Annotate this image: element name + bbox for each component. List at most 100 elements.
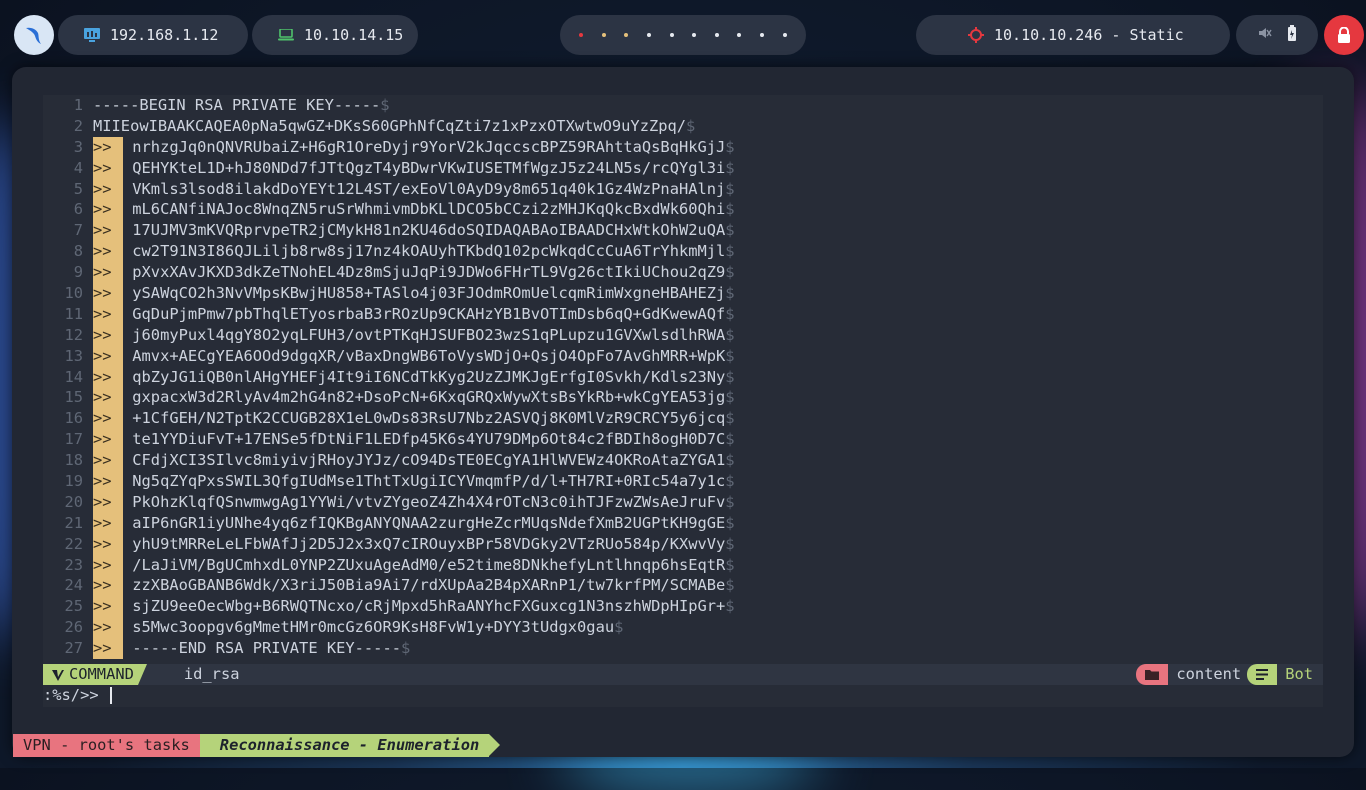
vim-editor[interactable]: 1 -----BEGIN RSA PRIVATE KEY----- $2 MIIEow…: [43, 95, 1323, 707]
editor-line[interactable]: 16 >> +1CfGEH/N2TptK2CCUGB28X1eL0wDs83RsU…: [43, 408, 1323, 430]
workspace-6[interactable]: [692, 33, 697, 37]
line-text: mL6CANfiNAJoc8WnqZN5ruSrWhmivmDbKLlDCO5b…: [123, 200, 726, 219]
editor-line[interactable]: 5 >> VKmls3lsod8ilakdDoYEYt12L4ST/exEoVl0…: [43, 178, 1323, 200]
lock-screen-button[interactable]: [1324, 15, 1364, 55]
position-label: Bot: [1285, 665, 1313, 683]
editor-line[interactable]: 15 >> gxpacxW3d2RlyAv4m2hG4n82+DsoPcN+6Kx…: [43, 387, 1323, 409]
tmux-session-label[interactable]: VPN - root's tasks: [13, 734, 211, 757]
search-match-highlight: >>: [93, 303, 123, 325]
eol-marker: $: [725, 221, 735, 240]
line-text: yhU9tMRReLeLFbWAfJj2D5J2x3xQ7cIROuyxBPr5…: [123, 534, 726, 553]
line-text: qbZyJG1iQB0nlAHgYHEFj4It9iI6NCdTkKyg2UzZ…: [123, 367, 726, 386]
workspace-9[interactable]: [760, 33, 765, 37]
eol-marker: $: [725, 534, 735, 553]
workspace-1[interactable]: [579, 33, 584, 37]
line-text: CFdjXCI3SIlvc8miyivjRHoyJYJz/cO94DsTE0EC…: [123, 451, 726, 470]
eol-marker: $: [725, 409, 735, 428]
line-number: 21: [64, 513, 83, 532]
editor-line[interactable]: 14 >> qbZyJG1iQB0nlAHgYHEFj4It9iI6NCdTkKy…: [43, 366, 1323, 388]
line-number: 13: [64, 346, 83, 365]
search-match-highlight: >>: [93, 575, 123, 597]
crosshair-icon: [968, 27, 984, 43]
line-text: VKmls3lsod8ilakdDoYEYt12L4ST/exEoVl0AyD9…: [123, 179, 726, 198]
workspace-3[interactable]: [624, 33, 629, 37]
workspace-2[interactable]: [601, 33, 606, 37]
vim-mode-indicator: COMMAND: [43, 664, 147, 685]
battery-icon[interactable]: [1287, 25, 1297, 45]
editor-line[interactable]: 24 >> zzXBAoGBANB6Wdk/X3riJ50Bia9Ai7/rdXU…: [43, 575, 1323, 597]
tmux-window-label[interactable]: Reconnaissance - Enumeration: [199, 734, 501, 757]
vim-command-line[interactable]: :%s/>>: [43, 685, 112, 706]
search-match-highlight: >>: [93, 157, 123, 179]
editor-line[interactable]: 11 >> GqDuPjmPmw7pbThqlETyosrbaB3rROzUp9C…: [43, 303, 1323, 325]
editor-line[interactable]: 8 >> cw2T91N3I86QJLiljb8rw8sj17nz4kOAUyhT…: [43, 241, 1323, 263]
line-number: 6: [73, 200, 83, 219]
line-number: 25: [64, 597, 83, 616]
editor-line[interactable]: 9 >> pXvxXAvJKXD3dkZeTNohEL4Dz8mSjuJqPi9J…: [43, 262, 1323, 284]
editor-line[interactable]: 26 >> s5Mwc3oopgv6gMmetHMr0mcGz6OR9KsH8Fv…: [43, 617, 1323, 639]
editor-line[interactable]: 10 >> ySAWqCO2h3NvVMpsKBwjHU858+TASlo4j03…: [43, 283, 1323, 304]
editor-line[interactable]: 2 MIIEowIBAAKCAQEA0pNa5qwGZ+DKsS60GPhNfCq…: [43, 116, 1323, 137]
eol-marker: $: [725, 492, 735, 511]
editor-line[interactable]: 6 >> mL6CANfiNAJoc8WnqZN5ruSrWhmivmDbKLlD…: [43, 199, 1323, 221]
editor-buffer[interactable]: 1 -----BEGIN RSA PRIVATE KEY----- $2 MIIEow…: [43, 95, 1323, 660]
editor-line[interactable]: 13 >> Amvx+AECgYEA6OOd9dgqXR/vBaxDngWB6To…: [43, 345, 1323, 367]
search-match-highlight: >>: [93, 512, 123, 534]
editor-line[interactable]: 21 >> aIP6nGR1iyUNhe4yq6zfIQKBgANYQNAA2zu…: [43, 512, 1323, 534]
line-text: zzXBAoGBANB6Wdk/X3riJ50Bia9Ai7/rdXUpAa2B…: [123, 576, 726, 595]
workspace-10[interactable]: [782, 33, 787, 37]
editor-line[interactable]: 3 >> nrhzgJq0nQNVRUbaiZ+H6gR1OreDyjr9YorV…: [43, 136, 1323, 158]
eol-marker: $: [725, 367, 735, 386]
tmux-statusbar: VPN - root's tasks Reconnaissance - Enum…: [13, 734, 501, 757]
editor-line[interactable]: 17 >> te1YYDiuFvT+17ENSe5fDtNiF1LEDfp45K6…: [43, 429, 1323, 451]
workspace-8[interactable]: [737, 33, 742, 37]
editor-line[interactable]: 19 >> Ng5qZYqPxsSWIL3QfgIUdMse1ThtTxUgiIC…: [43, 471, 1323, 492]
filename-label: id_rsa: [183, 665, 240, 683]
editor-line[interactable]: 12 >> j60myPuxl4qgY8O2yqLFUH3/ovtPTKqHJSU…: [43, 324, 1323, 346]
editor-line[interactable]: 1 -----BEGIN RSA PRIVATE KEY----- $: [43, 95, 1323, 116]
volume-muted-icon[interactable]: [1258, 26, 1272, 44]
terminal-window[interactable]: 1 -----BEGIN RSA PRIVATE KEY----- $2 MIIEow…: [12, 67, 1354, 757]
search-match-highlight: >>: [93, 429, 123, 451]
line-text: j60myPuxl4qgY8O2yqLFUH3/ovtPTKqHJSUFBO23…: [123, 325, 726, 344]
kali-dragon-icon: [26, 27, 41, 44]
line-number: 18: [64, 451, 83, 470]
line-text: +1CfGEH/N2TptK2CCUGB28X1eL0wDs83RsU7Nbz2…: [123, 409, 726, 428]
eol-marker: $: [725, 513, 735, 532]
line-number: 23: [64, 555, 83, 574]
editor-line[interactable]: 22 >> yhU9tMRReLeLFbWAfJj2D5J2x3xQ7cIROuy…: [43, 533, 1323, 555]
editor-line[interactable]: 27 >> -----END RSA PRIVATE KEY----- $: [43, 638, 1323, 660]
editor-line[interactable]: 25 >> sjZU9eeOecWbg+B6RWQTNcxo/cRjMpxd5hR…: [43, 596, 1323, 618]
system-tray[interactable]: [1236, 15, 1318, 55]
lines-icon: [1247, 664, 1278, 685]
text-cursor: [109, 687, 112, 704]
workspace-switcher[interactable]: [560, 15, 806, 55]
search-match-highlight: >>: [93, 387, 123, 409]
editor-line[interactable]: 20 >> PkOhzKlqfQSnwmwgAg1YYWi/vtvZYgeoZ4Z…: [43, 491, 1323, 513]
search-match-highlight: >>: [93, 178, 123, 200]
search-match-highlight: >>: [93, 471, 123, 492]
eol-marker: $: [725, 430, 735, 449]
lock-icon: [1338, 27, 1350, 43]
workspace-5[interactable]: [669, 33, 674, 37]
target-ip-widget[interactable]: 10.10.10.246 - Static: [916, 15, 1230, 55]
workspace-7[interactable]: [714, 33, 719, 37]
local-ip-widget[interactable]: 192.168.1.12: [58, 15, 248, 55]
editor-line[interactable]: 18 >> CFdjXCI3SIlvc8miyivjRHoyJYJz/cO94Ds…: [43, 450, 1323, 472]
eol-marker: $: [725, 179, 735, 198]
eol-marker: $: [380, 96, 390, 114]
distro-logo-button[interactable]: [14, 15, 54, 55]
target-ip-text: 10.10.10.246 - Static: [994, 26, 1184, 44]
line-number: 9: [73, 263, 83, 282]
line-text: /LaJiVM/BgUCmhxdL0YNP2ZUxuAgeAdM0/e52tim…: [123, 555, 726, 574]
workspace-4[interactable]: [647, 33, 652, 37]
editor-line[interactable]: 4 >> QEHYKteL1D+hJ80NDd7fJTtQgzT4yBDwrVKw…: [43, 157, 1323, 179]
eol-marker: $: [725, 200, 735, 219]
search-match-highlight: >>: [93, 324, 123, 346]
line-text: aIP6nGR1iyUNhe4yq6zfIQKBgANYQNAA2zurgHeZ…: [123, 513, 726, 532]
line-text: te1YYDiuFvT+17ENSe5fDtNiF1LEDfp45K6s4YU7…: [123, 430, 726, 449]
vpn-ip-widget[interactable]: 10.10.14.15: [252, 15, 418, 55]
search-match-highlight: >>: [93, 136, 123, 158]
editor-line[interactable]: 23 >> /LaJiVM/BgUCmhxdL0YNP2ZUxuAgeAdM0/e…: [43, 554, 1323, 576]
editor-line[interactable]: 7 >> 17UJMV3mKVQRprvpeTR2jCMykH81n2KU46do…: [43, 220, 1323, 242]
